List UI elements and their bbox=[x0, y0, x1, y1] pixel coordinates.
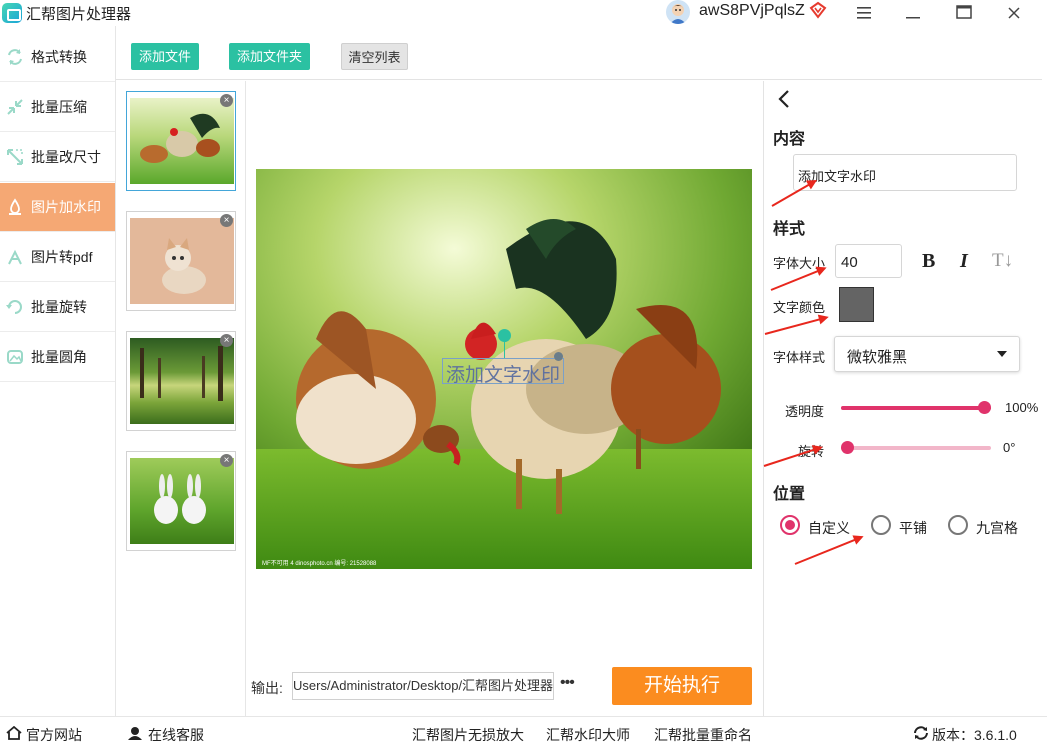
home-icon bbox=[6, 725, 22, 745]
start-button[interactable]: 开始执行 bbox=[612, 667, 752, 705]
sidebar-item-label: 批量圆角 bbox=[31, 349, 87, 365]
thumbnail-chickens[interactable]: × bbox=[126, 91, 236, 191]
thumbnail-list: × × × × bbox=[116, 81, 246, 716]
close-icon[interactable] bbox=[999, 0, 1029, 26]
opacity-value: 100% bbox=[1005, 400, 1039, 415]
sidebar-item-compress[interactable]: 批量压缩 bbox=[0, 83, 115, 132]
sidebar-item-label: 图片加水印 bbox=[31, 199, 101, 215]
position-custom-label[interactable]: 自定义 bbox=[808, 518, 850, 538]
sidebar-item-label: 批量改尺寸 bbox=[31, 149, 101, 165]
sidebar-item-watermark[interactable]: 图片加水印 bbox=[0, 183, 115, 232]
style-heading: 样式 bbox=[773, 221, 806, 238]
preview-area: MF不可用 4 dinosphoto.cn 编号: 21528088 添加文字水… bbox=[246, 81, 762, 716]
app-logo-icon bbox=[2, 3, 22, 23]
font-style-value: 微软雅黑 bbox=[847, 349, 908, 366]
watermark-delete-icon[interactable] bbox=[554, 352, 563, 361]
footer: 官方网站 在线客服 汇帮图片无损放大 汇帮水印大师 汇帮批量重命名 版本：3.6… bbox=[0, 716, 1047, 743]
menu-icon[interactable] bbox=[849, 0, 879, 26]
bold-button[interactable]: B bbox=[922, 250, 935, 273]
output-path-field[interactable]: Users/Administrator/Desktop/汇帮图片处理器 bbox=[292, 672, 554, 700]
round-corner-icon bbox=[0, 348, 30, 366]
settings-panel: 内容 添加文字水印 样式 字体大小 40 B I T↓ 文字颜色 字体样式 微软… bbox=[763, 81, 1047, 716]
preview-image: MF不可用 4 dinosphoto.cn 编号: 21528088 添加文字水… bbox=[256, 169, 752, 569]
chevron-left-icon[interactable] bbox=[776, 89, 792, 114]
remove-thumbnail-icon[interactable]: × bbox=[220, 334, 233, 347]
toolbar: 添加文件 添加文件夹 清空列表 bbox=[116, 26, 1042, 80]
more-options-button[interactable]: ••• bbox=[560, 674, 575, 692]
product-link-rename[interactable]: 汇帮批量重命名 bbox=[654, 725, 752, 745]
remove-thumbnail-icon[interactable]: × bbox=[220, 454, 233, 467]
remove-thumbnail-icon[interactable]: × bbox=[220, 214, 233, 227]
font-size-input[interactable]: 40 bbox=[835, 244, 902, 278]
watermark-text-input[interactable]: 添加文字水印 bbox=[793, 154, 1017, 191]
vertical-text-button[interactable]: T↓ bbox=[992, 250, 1013, 272]
user-avatar[interactable] bbox=[666, 0, 690, 24]
user-name[interactable]: awS8PVjPqlsZ bbox=[699, 2, 805, 20]
position-grid-radio[interactable] bbox=[948, 515, 968, 535]
font-style-label: 字体样式 bbox=[773, 350, 826, 365]
remove-thumbnail-icon[interactable]: × bbox=[220, 94, 233, 107]
sidebar-item-label: 图片转pdf bbox=[31, 249, 93, 265]
refresh-icon bbox=[913, 726, 929, 745]
sidebar-item-label: 格式转换 bbox=[31, 49, 87, 65]
rotation-value: 0° bbox=[1003, 440, 1016, 455]
thumbnail-rabbits[interactable]: × bbox=[126, 451, 236, 551]
compress-icon bbox=[0, 98, 30, 116]
photo-caption: MF不可用 4 dinosphoto.cn 编号: 21528088 bbox=[262, 559, 377, 567]
support-link[interactable]: 在线客服 bbox=[148, 725, 204, 745]
vip-badge-icon[interactable] bbox=[809, 1, 827, 19]
chevron-down-icon bbox=[997, 351, 1007, 357]
opacity-slider-handle[interactable] bbox=[978, 401, 991, 414]
sidebar: 格式转换 批量压缩 批量改尺寸 图片加水印 图片转pdf 批量旋转 批量圆角 bbox=[0, 26, 116, 716]
position-tile-label[interactable]: 平铺 bbox=[899, 518, 927, 538]
position-heading: 位置 bbox=[773, 486, 806, 503]
sidebar-item-resize[interactable]: 批量改尺寸 bbox=[0, 133, 115, 182]
version-label: 版本：3.6.1.0 bbox=[932, 727, 1017, 743]
product-link-watermark[interactable]: 汇帮水印大师 bbox=[546, 725, 630, 745]
watermark-icon bbox=[0, 198, 30, 216]
italic-button[interactable]: I bbox=[960, 250, 968, 273]
content-heading: 内容 bbox=[773, 131, 806, 148]
output-label: 输出: bbox=[251, 680, 283, 696]
thumbnail-forest[interactable]: × bbox=[126, 331, 236, 431]
maximize-icon[interactable] bbox=[949, 0, 979, 26]
rotate-icon bbox=[0, 298, 30, 316]
text-color-swatch[interactable] bbox=[839, 287, 874, 322]
sidebar-item-rotate[interactable]: 批量旋转 bbox=[0, 283, 115, 332]
resize-icon bbox=[0, 148, 30, 166]
sidebar-item-round-corner[interactable]: 批量圆角 bbox=[0, 333, 115, 382]
format-convert-icon bbox=[0, 48, 30, 66]
support-icon bbox=[127, 726, 143, 745]
clear-list-button[interactable]: 清空列表 bbox=[341, 43, 408, 70]
add-folder-button[interactable]: 添加文件夹 bbox=[229, 43, 310, 70]
opacity-slider-fill bbox=[841, 406, 991, 410]
watermark-text[interactable]: 添加文字水印 bbox=[446, 360, 560, 387]
thumbnail-kitten[interactable]: × bbox=[126, 211, 236, 311]
position-tile-radio[interactable] bbox=[871, 515, 891, 535]
title-bar: 汇帮图片处理器 awS8PVjPqlsZ bbox=[0, 0, 1047, 26]
font-size-value: 40 bbox=[841, 254, 858, 271]
text-color-label: 文字颜色 bbox=[773, 300, 826, 315]
sidebar-item-label: 批量旋转 bbox=[31, 299, 87, 315]
sidebar-item-pdf[interactable]: 图片转pdf bbox=[0, 233, 115, 282]
rotation-slider-handle[interactable] bbox=[841, 441, 854, 454]
sidebar-item-format-convert[interactable]: 格式转换 bbox=[0, 33, 115, 82]
minimize-icon[interactable] bbox=[898, 0, 928, 26]
rotation-slider-track[interactable] bbox=[841, 441, 991, 454]
app-title: 汇帮图片处理器 bbox=[26, 6, 132, 23]
opacity-slider-track[interactable] bbox=[841, 401, 991, 414]
add-file-button[interactable]: 添加文件 bbox=[131, 43, 199, 70]
font-style-select[interactable]: 微软雅黑 bbox=[834, 336, 1020, 372]
sidebar-item-label: 批量压缩 bbox=[31, 99, 87, 115]
position-custom-radio[interactable] bbox=[780, 515, 800, 535]
pdf-icon bbox=[0, 248, 30, 266]
product-link-upscale[interactable]: 汇帮图片无损放大 bbox=[412, 725, 524, 745]
website-link[interactable]: 官方网站 bbox=[26, 725, 82, 745]
position-grid-label[interactable]: 九宫格 bbox=[976, 518, 1018, 538]
rotate-handle-line bbox=[504, 341, 505, 358]
opacity-label: 透明度 bbox=[785, 404, 825, 419]
